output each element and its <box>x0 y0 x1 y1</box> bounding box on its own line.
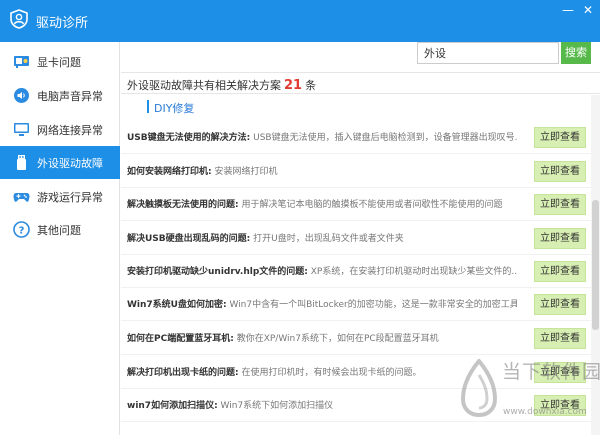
item-desc: Win7中含有一个叫BitLocker的加密功能，这是一款非常安全的加密工具，.… <box>229 300 517 310</box>
sidebar-item-game[interactable]: 游戏运行异常 <box>0 180 120 213</box>
view-now-button[interactable]: 立即查看 <box>534 228 586 249</box>
minimize-button[interactable]: — <box>560 3 576 17</box>
section-heading: DIY修复 <box>154 102 195 115</box>
watermark-url: www.downxia.com <box>503 407 587 417</box>
monitor-icon <box>14 123 29 136</box>
view-now-button[interactable]: 立即查看 <box>534 328 586 349</box>
close-button[interactable]: ✕ <box>580 3 596 17</box>
item-desc: XP系统，在安装打印机驱动时出现缺少某些文件的... <box>310 267 517 277</box>
list-item: USB键盘无法使用的解决方法: USB键盘无法使用，插入键盘后电脑检测到，设备管… <box>121 121 591 154</box>
scrollbar-thumb[interactable] <box>592 200 599 330</box>
view-now-button[interactable]: 立即查看 <box>534 161 586 182</box>
svg-text:?: ? <box>19 226 25 237</box>
list-item: 如何安装网络打印机: 安装网络打印机 立即查看 <box>121 155 591 188</box>
sidebar-item-label: 游戏运行异常 <box>37 191 103 204</box>
view-now-button[interactable]: 立即查看 <box>534 194 586 215</box>
sidebar-item-label: 电脑声音异常 <box>37 90 103 103</box>
app-title: 驱动诊所 <box>36 16 89 31</box>
title-bar: 驱动诊所 — ✕ <box>0 0 600 42</box>
speaker-icon <box>14 88 29 103</box>
item-desc: 打开U盘时，出现乱码文件或者文件夹 <box>253 234 404 244</box>
result-suffix: 条 <box>305 79 317 92</box>
item-title: 解决USB硬盘出现乱码的问题: <box>127 234 251 244</box>
list-item: 如何在PC端配置蓝牙耳机: 教你在XP/Win7系统下，如何在PC段配置蓝牙耳机… <box>121 322 591 355</box>
sidebar-item-peripheral[interactable]: 外设驱动故障 <box>0 146 120 179</box>
result-count: 21 <box>284 78 303 93</box>
sidebar-item-label: 外设驱动故障 <box>37 157 103 170</box>
item-desc: USB键盘无法使用，插入键盘后电脑检测到，设备管理器出现叹号... <box>253 133 517 143</box>
watermark-logo-icon <box>460 359 498 417</box>
sidebar-item-label: 网络连接异常 <box>37 124 103 137</box>
item-desc: 用于解决笔记本电脑的触摸板不能使用或者间歇性不能使用的问题 <box>241 200 503 210</box>
item-title: USB键盘无法使用的解决方法: <box>127 133 251 143</box>
sidebar-item-label: 其他问题 <box>37 224 81 237</box>
item-title: Win7系统U盘如何加密: <box>127 300 227 310</box>
watermark-text: 当下软件园 <box>502 361 600 383</box>
sidebar-item-graphics[interactable]: 显卡问题 <box>0 45 120 78</box>
graphics-card-icon <box>14 56 29 68</box>
item-title: 解决触摸板无法使用的问题: <box>127 200 239 210</box>
item-title: 如何在PC端配置蓝牙耳机: <box>127 334 234 344</box>
result-prefix: 外设驱动故障共有相关解决方案 <box>127 79 281 92</box>
list-item: 安装打印机驱动缺少unidrv.hlp文件的问题: XP系统，在安装打印机驱动时… <box>121 255 591 288</box>
item-title: 解决打印机出现卡纸的问题: <box>127 368 239 378</box>
item-title: 如何安装网络打印机: <box>127 167 212 177</box>
search-input[interactable] <box>417 42 559 64</box>
view-now-button[interactable]: 立即查看 <box>534 127 586 148</box>
item-title: win7如何添加扫描仪: <box>127 401 218 411</box>
item-desc: 在使用打印机时，有时候会出现卡纸的问题。 <box>241 368 422 378</box>
sidebar-item-other[interactable]: ? 其他问题 <box>0 213 120 246</box>
question-icon: ? <box>13 221 30 238</box>
sidebar-item-label: 显卡问题 <box>37 56 81 69</box>
watermark: 当下软件园 www.downxia.com <box>455 357 600 435</box>
sidebar-item-network[interactable]: 网络连接异常 <box>0 113 120 146</box>
gamepad-icon <box>13 193 30 202</box>
sidebar-item-sound[interactable]: 电脑声音异常 <box>0 79 120 112</box>
item-desc: 安装网络打印机 <box>214 167 278 177</box>
list-item: 解决USB硬盘出现乱码的问题: 打开U盘时，出现乱码文件或者文件夹 立即查看 <box>121 222 591 255</box>
sidebar: 显卡问题 电脑声音异常 网络连接异常 外设驱动故障 游戏运行异常 ? 其他问题 <box>0 42 120 435</box>
result-summary-bar: 外设驱动故障共有相关解决方案 21 条 <box>121 72 600 94</box>
usb-drive-icon <box>17 155 26 170</box>
view-now-button[interactable]: 立即查看 <box>534 294 586 315</box>
list-item: Win7系统U盘如何加密: Win7中含有一个叫BitLocker的加密功能，这… <box>121 288 591 321</box>
doctor-icon <box>10 9 28 29</box>
list-item: 解决触摸板无法使用的问题: 用于解决笔记本电脑的触摸板不能使用或者间歇性不能使用… <box>121 188 591 221</box>
section-marker <box>147 100 149 113</box>
result-summary: 外设驱动故障共有相关解决方案 21 条 <box>127 77 316 93</box>
item-desc: Win7系统下如何添加扫描仪 <box>220 401 334 411</box>
search-button[interactable]: 搜索 <box>561 42 591 64</box>
item-title: 安装打印机驱动缺少unidrv.hlp文件的问题: <box>127 267 308 277</box>
view-now-button[interactable]: 立即查看 <box>534 261 586 282</box>
item-desc: 教你在XP/Win7系统下，如何在PC段配置蓝牙耳机 <box>236 334 439 344</box>
